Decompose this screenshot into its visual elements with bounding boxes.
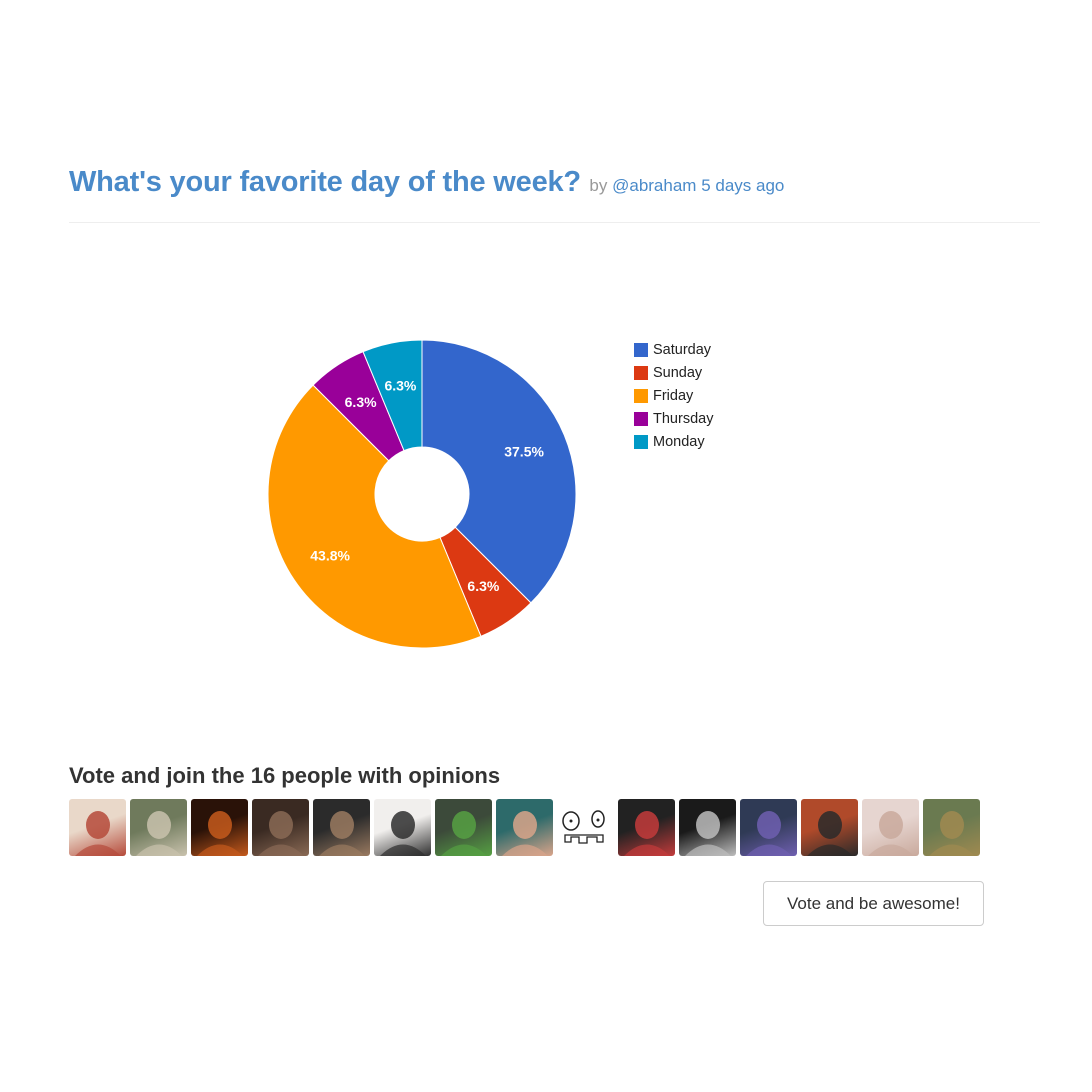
voter-avatar[interactable]	[191, 799, 248, 856]
person-photo-icon	[746, 811, 792, 856]
slice-label-monday: 6.3%	[384, 378, 416, 394]
person-photo-icon	[868, 811, 914, 856]
person-photo-icon	[136, 811, 182, 856]
voter-avatar[interactable]	[740, 799, 797, 856]
byline-prefix: by	[589, 176, 608, 195]
slice-label-saturday: 37.5%	[504, 444, 544, 460]
legend-item-sunday[interactable]: Sunday	[634, 361, 713, 384]
voters-heading: Vote and join the 16 people with opinion…	[69, 763, 501, 788]
legend-item-thursday[interactable]: Thursday	[634, 407, 713, 430]
voter-avatar[interactable]	[496, 799, 553, 856]
person-photo-icon	[807, 811, 853, 856]
person-photo-icon	[197, 811, 243, 856]
person-photo-icon	[624, 811, 670, 856]
person-photo-icon	[502, 811, 548, 856]
person-photo-icon	[319, 811, 365, 856]
voter-avatar[interactable]	[435, 799, 492, 856]
voter-avatar[interactable]	[801, 799, 858, 856]
voter-avatar[interactable]	[679, 799, 736, 856]
legend-label: Sunday	[653, 364, 703, 381]
chart-legend: Saturday Sunday Friday Thursday Monday	[634, 338, 713, 453]
voter-avatar[interactable]	[313, 799, 370, 856]
doodle-face-icon	[562, 810, 605, 844]
legend-swatch	[634, 388, 648, 403]
legend-swatch	[634, 434, 648, 449]
voter-avatar[interactable]	[69, 799, 126, 856]
legend-label: Thursday	[653, 410, 714, 427]
voter-avatar[interactable]	[130, 799, 187, 856]
legend-item-monday[interactable]: Monday	[634, 430, 713, 453]
voter-avatar[interactable]	[252, 799, 309, 856]
legend-label: Monday	[653, 433, 705, 450]
legend-item-friday[interactable]: Friday	[634, 384, 713, 407]
legend-swatch	[634, 365, 648, 380]
donut-chart: 37.5% 6.3% 43.8% 6.3% 6.3%	[267, 339, 577, 649]
slice-label-sunday: 6.3%	[467, 578, 499, 594]
vote-button[interactable]: Vote and be awesome!	[763, 881, 984, 926]
legend-item-saturday[interactable]: Saturday	[634, 338, 713, 361]
voter-avatars	[69, 799, 984, 856]
poll-chart: 37.5% 6.3% 43.8% 6.3% 6.3% Saturday Sunday Fri…	[0, 300, 1092, 700]
person-photo-icon	[258, 811, 304, 856]
person-photo-icon	[441, 811, 487, 856]
person-photo-icon	[75, 811, 121, 856]
legend-swatch	[634, 342, 648, 357]
poll-byline: by @abraham 5 days ago	[589, 176, 784, 195]
slice-label-friday: 43.8%	[310, 547, 350, 563]
voter-avatar[interactable]	[618, 799, 675, 856]
legend-label: Friday	[653, 387, 694, 404]
person-photo-icon	[685, 811, 731, 856]
legend-label: Saturday	[653, 341, 712, 358]
person-photo-icon	[380, 811, 426, 856]
poll-header: What's your favorite day of the week? by…	[69, 166, 1040, 223]
legend-swatch	[634, 411, 648, 426]
poll-title[interactable]: What's your favorite day of the week?	[69, 166, 581, 199]
voter-avatar[interactable]	[374, 799, 431, 856]
time-ago-link[interactable]: 5 days ago	[701, 176, 784, 195]
person-photo-icon	[929, 811, 975, 856]
slice-label-thursday: 6.3%	[345, 394, 377, 410]
voter-avatar[interactable]	[557, 799, 614, 856]
voter-avatar[interactable]	[862, 799, 919, 856]
voter-avatar[interactable]	[923, 799, 980, 856]
author-link[interactable]: @abraham	[612, 176, 696, 195]
